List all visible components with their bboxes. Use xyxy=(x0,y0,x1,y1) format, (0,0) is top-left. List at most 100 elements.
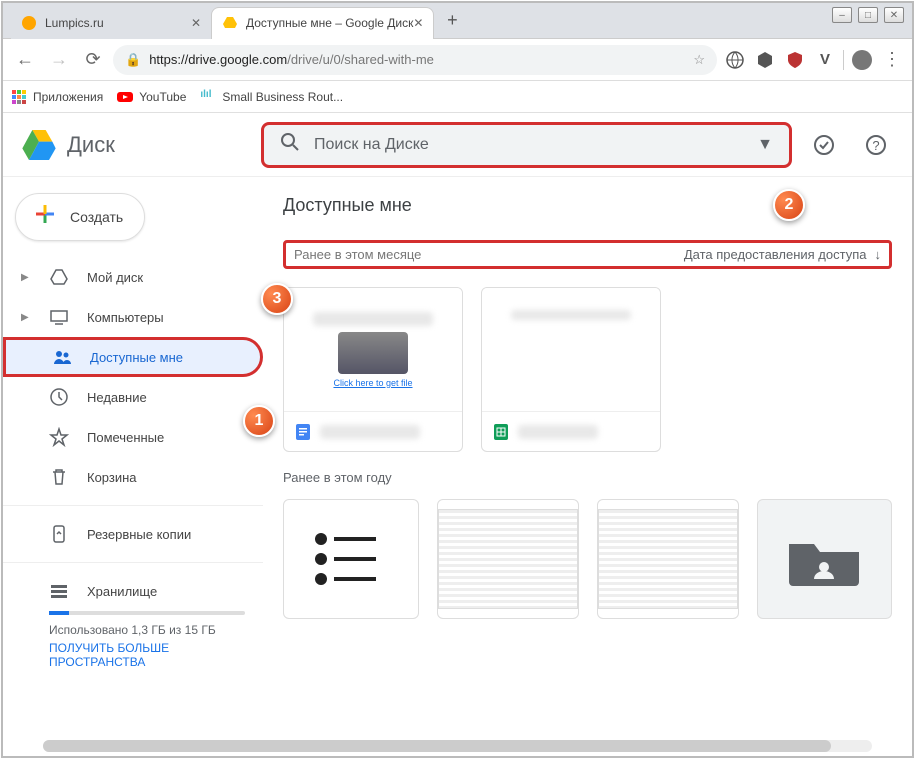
new-tab-button[interactable]: + xyxy=(438,7,466,35)
sort-arrow-icon[interactable]: ↓ xyxy=(875,247,882,262)
sidebar-item-recent[interactable]: Недавние xyxy=(3,377,263,417)
bookmark-label: Small Business Rout... xyxy=(222,90,343,104)
shared-icon xyxy=(52,347,72,367)
main-content: Доступные мне Ранее в этом месяце Дата п… xyxy=(263,177,912,754)
drive-header: Диск Поиск на Диске ▼ ? xyxy=(3,113,912,177)
browser-tab[interactable]: Доступные мне – Google Диск ✕ xyxy=(211,7,434,39)
sidebar-item-computers[interactable]: ▶ Компьютеры xyxy=(3,297,263,337)
chevron-right-icon: ▶ xyxy=(21,272,31,283)
url-text: https://drive.google.com/drive/u/0/share… xyxy=(149,52,434,67)
search-input[interactable]: Поиск на Диске ▼ xyxy=(261,122,792,168)
backup-icon xyxy=(49,524,69,544)
lock-icon: 🔒 xyxy=(125,52,141,68)
sidebar-item-shared[interactable]: Доступные мне xyxy=(3,337,263,377)
drive-icon xyxy=(49,267,69,287)
storage-icon xyxy=(49,581,69,601)
sort-row: Ранее в этом месяце Дата предоставления … xyxy=(283,240,892,269)
shared-folder-icon xyxy=(784,529,864,589)
drive-logo-icon xyxy=(19,125,59,165)
apps-bookmark[interactable]: Приложения xyxy=(11,89,103,105)
file-preview: Click here to get file xyxy=(284,288,462,411)
sidebar-item-label: Хранилище xyxy=(87,584,157,599)
sidebar-item-label: Мой диск xyxy=(87,270,143,285)
file-card[interactable] xyxy=(597,499,739,619)
sidebar-item-label: Помеченные xyxy=(87,430,164,445)
tab-title: Lumpics.ru xyxy=(45,16,104,30)
window-close-button[interactable]: ✕ xyxy=(884,7,904,23)
bookmark-bar: Приложения YouTube ılıl Small Business R… xyxy=(3,81,912,113)
browser-tab-bar: Lumpics.ru ✕ Доступные мне – Google Диск… xyxy=(3,3,912,39)
reload-button[interactable]: ⟳ xyxy=(79,46,107,74)
favicon-icon xyxy=(21,15,37,31)
sidebar-item-starred[interactable]: Помеченные xyxy=(3,417,263,457)
sidebar-item-backups[interactable]: Резервные копии xyxy=(3,514,263,554)
svg-text:?: ? xyxy=(872,138,879,153)
plus-icon xyxy=(32,201,58,234)
chevron-down-icon[interactable]: ▼ xyxy=(757,136,773,154)
help-icon[interactable]: ? xyxy=(856,125,896,165)
url-field[interactable]: 🔒 https://drive.google.com/drive/u/0/sha… xyxy=(113,45,717,75)
file-card[interactable]: Click here to get file xyxy=(283,287,463,452)
sidebar-item-mydrive[interactable]: ▶ Мой диск xyxy=(3,257,263,297)
callout-badge: 3 xyxy=(261,283,293,315)
bookmark-label: Приложения xyxy=(33,90,103,104)
address-bar: ← → ⟳ 🔒 https://drive.google.com/drive/u… xyxy=(3,39,912,81)
file-card[interactable] xyxy=(757,499,893,619)
trash-icon xyxy=(49,467,69,487)
avatar-icon[interactable] xyxy=(850,48,874,72)
youtube-icon xyxy=(117,89,133,105)
preview-link: Click here to get file xyxy=(333,378,412,388)
drive-logo[interactable]: Диск xyxy=(19,125,249,165)
apps-grid-icon xyxy=(11,89,27,105)
file-preview xyxy=(482,288,660,411)
back-button[interactable]: ← xyxy=(11,46,39,74)
horizontal-scrollbar[interactable] xyxy=(43,740,872,752)
browser-tab[interactable]: Lumpics.ru ✕ xyxy=(11,7,211,39)
storage-used: Использовано 1,3 ГБ из 15 ГБ xyxy=(49,623,245,637)
window-minimize-button[interactable]: – xyxy=(832,7,852,23)
sort-by-label[interactable]: Дата предоставления доступа xyxy=(684,247,867,262)
file-card[interactable] xyxy=(283,499,419,619)
doc-preview-icon xyxy=(598,509,738,609)
sidebar-item-label: Корзина xyxy=(87,470,137,485)
sidebar-item-label: Компьютеры xyxy=(87,310,164,325)
sidebar-item-storage[interactable]: Хранилище xyxy=(3,571,263,611)
sbr-bookmark[interactable]: ılıl Small Business Rout... xyxy=(200,89,343,105)
callout-badge: 2 xyxy=(773,189,805,221)
doc-preview-icon xyxy=(438,509,578,609)
section-header: Ранее в этом году xyxy=(283,470,892,485)
file-card[interactable] xyxy=(437,499,579,619)
callout-badge: 1 xyxy=(243,405,275,437)
youtube-bookmark[interactable]: YouTube xyxy=(117,89,186,105)
forward-button[interactable]: → xyxy=(45,46,73,74)
list-preview-icon xyxy=(306,524,396,594)
computers-icon xyxy=(49,307,69,327)
bookmark-label: YouTube xyxy=(139,90,186,104)
tab-close-icon[interactable]: ✕ xyxy=(191,16,201,30)
sidebar: Создать ▶ Мой диск ▶ Компьютеры Доступны… xyxy=(3,177,263,754)
menu-icon[interactable]: ⋮ xyxy=(880,48,904,72)
sidebar-item-trash[interactable]: Корзина xyxy=(3,457,263,497)
extension-cube-icon[interactable] xyxy=(753,48,777,72)
tab-close-icon[interactable]: ✕ xyxy=(413,16,423,30)
sidebar-item-label: Недавние xyxy=(87,390,147,405)
sheets-icon xyxy=(492,423,510,441)
get-more-storage-link[interactable]: ПОЛУЧИТЬ БОЛЬШЕ ПРОСТРАНСТВА xyxy=(49,641,245,669)
extension-v-icon[interactable]: V xyxy=(813,48,837,72)
extension-globe-icon[interactable] xyxy=(723,48,747,72)
create-button[interactable]: Создать xyxy=(15,193,145,241)
star-icon xyxy=(49,427,69,447)
file-card[interactable] xyxy=(481,287,661,452)
section-header: Ранее в этом месяце xyxy=(294,247,421,262)
storage-progress xyxy=(49,611,245,615)
star-icon[interactable]: ☆ xyxy=(693,52,705,68)
offline-ready-icon[interactable] xyxy=(804,125,844,165)
extension-shield-icon[interactable] xyxy=(783,48,807,72)
tab-title: Доступные мне – Google Диск xyxy=(246,16,413,30)
chevron-right-icon: ▶ xyxy=(21,312,31,323)
sidebar-item-label: Доступные мне xyxy=(90,350,183,365)
docs-icon xyxy=(294,423,312,441)
clock-icon xyxy=(49,387,69,407)
window-maximize-button[interactable]: □ xyxy=(858,7,878,23)
sbr-icon: ılıl xyxy=(200,89,216,105)
